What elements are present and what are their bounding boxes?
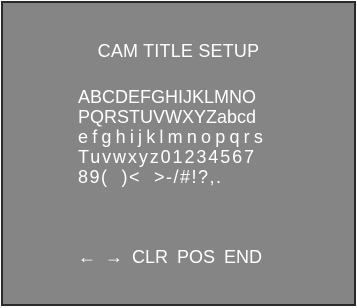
cursor-right-arrow-icon[interactable]: → <box>105 247 123 267</box>
position-button[interactable]: POS <box>177 247 215 267</box>
char-row-1[interactable]: ABCDEFGHIJKLMNO <box>78 87 308 107</box>
title-controls: ← → CLR POS END <box>78 247 262 267</box>
char-row-4[interactable]: Tuvwxyz01234567 <box>78 147 308 167</box>
end-button[interactable]: END <box>224 247 262 267</box>
screen-title: CAM TITLE SETUP <box>97 41 260 61</box>
cursor-left-arrow-icon[interactable]: ← <box>78 247 96 267</box>
clear-button[interactable]: CLR <box>132 247 168 267</box>
char-row-2[interactable]: PQRSTUVWXYZabcd <box>78 107 308 127</box>
char-row-5[interactable]: 89( )< >-/#!?,. <box>78 167 308 187</box>
osd-menu-panel: CAM TITLE SETUP ABCDEFGHIJKLMNO PQRSTUVW… <box>1 1 356 306</box>
char-row-3[interactable]: efghijklmnopqrs <box>78 127 308 147</box>
character-grid[interactable]: ABCDEFGHIJKLMNO PQRSTUVWXYZabcd efghijkl… <box>78 87 308 187</box>
